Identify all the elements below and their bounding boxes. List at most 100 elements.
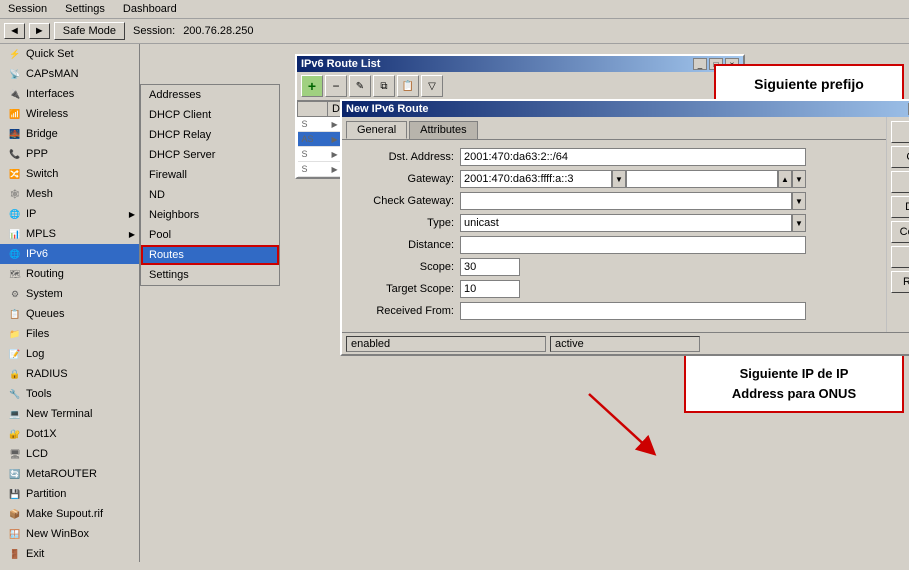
sidebar-item-switch[interactable]: 🔀 Switch	[0, 164, 139, 184]
submenu-settings[interactable]: Settings	[141, 265, 279, 285]
routing-icon: 🗺	[8, 267, 22, 281]
toolbar: ◄ ► Safe Mode Session: 200.76.28.250	[0, 19, 909, 44]
session-label: Session:	[133, 25, 175, 37]
remove-button[interactable]: Remove	[891, 271, 909, 293]
check-gateway-dropdown[interactable]: ▼	[792, 192, 806, 210]
sidebar-item-interfaces[interactable]: 🔌 Interfaces	[0, 84, 139, 104]
gateway-input[interactable]	[460, 170, 612, 188]
dialog-status-bar: enabled active	[342, 332, 909, 354]
tab-bar: General Attributes	[342, 117, 886, 139]
scope-input[interactable]	[460, 258, 520, 276]
minimize-button[interactable]: _	[693, 58, 707, 70]
type-input[interactable]	[460, 214, 792, 232]
sidebar-item-routing[interactable]: 🗺 Routing	[0, 264, 139, 284]
expand-icon: ▶	[332, 135, 338, 144]
sidebar-item-mpls[interactable]: 📊 MPLS ▶	[0, 224, 139, 244]
type-dropdown[interactable]: ▼	[792, 214, 806, 232]
gateway-secondary-input[interactable]	[626, 170, 778, 188]
sidebar-item-capsman[interactable]: 📡 CAPsMAN	[0, 64, 139, 84]
gateway-secondary-up[interactable]: ▲	[778, 170, 792, 188]
sidebar-item-new-winbox[interactable]: 🪟 New WinBox	[0, 524, 139, 544]
menu-session[interactable]: Session	[4, 2, 51, 16]
distance-input[interactable]	[460, 236, 806, 254]
session-value: 200.76.28.250	[183, 25, 253, 37]
tab-attributes[interactable]: Attributes	[409, 121, 477, 139]
distance-row: Distance:	[350, 236, 806, 254]
sidebar-item-make-supout[interactable]: 📦 Make Supout.rif	[0, 504, 139, 524]
gateway-dropdown[interactable]: ▼	[612, 170, 626, 188]
dialog-body: General Attributes Dst. Address: Gateway…	[342, 117, 909, 332]
comment-button[interactable]: Comment	[891, 221, 909, 243]
submenu-nd[interactable]: ND	[141, 185, 279, 205]
status-active: active	[550, 336, 700, 352]
route-toolbar: + − ✎ ⧉ 📋 ▽	[297, 72, 743, 101]
sidebar-item-log[interactable]: 📝 Log	[0, 344, 139, 364]
sidebar-item-radius[interactable]: 🔒 RADIUS	[0, 364, 139, 384]
check-gateway-group: ▼	[460, 192, 806, 210]
sidebar-item-partition[interactable]: 💾 Partition	[0, 484, 139, 504]
submenu-dhcp-relay[interactable]: DHCP Relay	[141, 125, 279, 145]
sidebar-item-dot1x[interactable]: 🔐 Dot1X	[0, 424, 139, 444]
check-gateway-input[interactable]	[460, 192, 792, 210]
ok-button[interactable]: OK	[891, 121, 909, 143]
gateway-secondary-down[interactable]: ▼	[792, 170, 806, 188]
sidebar-item-exit[interactable]: 🚪 Exit	[0, 544, 139, 562]
forward-button[interactable]: ►	[29, 23, 50, 39]
received-from-input[interactable]	[460, 302, 806, 320]
sidebar-item-ip[interactable]: 🌐 IP ▶	[0, 204, 139, 224]
edit-route-button[interactable]: ✎	[349, 75, 371, 97]
sidebar-item-system[interactable]: ⚙ System	[0, 284, 139, 304]
distance-label: Distance:	[350, 239, 460, 251]
sidebar-item-bridge[interactable]: 🌉 Bridge	[0, 124, 139, 144]
system-icon: ⚙	[8, 287, 22, 301]
sidebar-item-mesh[interactable]: 🕸 Mesh	[0, 184, 139, 204]
remove-route-button[interactable]: −	[325, 75, 347, 97]
sidebar-item-label: System	[26, 288, 63, 300]
apply-button[interactable]: Apply	[891, 171, 909, 193]
expand-icon: ▶	[332, 165, 338, 174]
sidebar-item-tools[interactable]: 🔧 Tools	[0, 384, 139, 404]
sidebar-item-label: Partition	[26, 488, 66, 500]
add-route-button[interactable]: +	[301, 75, 323, 97]
dst-address-label: Dst. Address:	[350, 151, 460, 163]
submenu-addresses[interactable]: Addresses	[141, 85, 279, 105]
sidebar-item-label: Dot1X	[26, 428, 57, 440]
ppp-icon: 📞	[8, 147, 22, 161]
paste-route-button[interactable]: 📋	[397, 75, 419, 97]
safe-mode-button[interactable]: Safe Mode	[54, 22, 125, 40]
submenu-dhcp-client[interactable]: DHCP Client	[141, 105, 279, 125]
menu-bar: Session Settings Dashboard	[0, 0, 909, 19]
disable-button[interactable]: Disable	[891, 196, 909, 218]
sidebar-item-queues[interactable]: 📋 Queues	[0, 304, 139, 324]
submenu-routes[interactable]: Routes	[141, 245, 279, 265]
back-button[interactable]: ◄	[4, 23, 25, 39]
submenu-dhcp-server[interactable]: DHCP Server	[141, 145, 279, 165]
dst-address-row: Dst. Address:	[350, 148, 806, 166]
scope-row: Scope:	[350, 258, 806, 276]
copy-button[interactable]: Copy	[891, 246, 909, 268]
capsman-icon: 📡	[8, 67, 22, 81]
target-scope-input[interactable]	[460, 280, 520, 298]
filter-button[interactable]: ▽	[421, 75, 443, 97]
sidebar-item-quick-set[interactable]: ⚡ Quick Set	[0, 44, 139, 64]
received-from-label: Received From:	[350, 305, 460, 317]
sidebar-item-wireless[interactable]: 📶 Wireless	[0, 104, 139, 124]
submenu-neighbors[interactable]: Neighbors	[141, 205, 279, 225]
cancel-button[interactable]: Cancel	[891, 146, 909, 168]
sidebar-item-ppp[interactable]: 📞 PPP	[0, 144, 139, 164]
sidebar-item-label: New WinBox	[26, 528, 89, 540]
sidebar-item-files[interactable]: 📁 Files	[0, 324, 139, 344]
sidebar-item-lcd[interactable]: 🖥 LCD	[0, 444, 139, 464]
copy-route-button[interactable]: ⧉	[373, 75, 395, 97]
submenu-firewall[interactable]: Firewall	[141, 165, 279, 185]
dst-address-input[interactable]	[460, 148, 806, 166]
submenu-pool[interactable]: Pool	[141, 225, 279, 245]
sidebar-item-ipv6[interactable]: 🌐 IPv6	[0, 244, 139, 264]
sidebar-item-new-terminal[interactable]: 💻 New Terminal	[0, 404, 139, 424]
menu-settings[interactable]: Settings	[61, 2, 109, 16]
menu-dashboard[interactable]: Dashboard	[119, 2, 181, 16]
col-flag[interactable]	[298, 102, 328, 117]
new-route-titlebar: New IPv6 Route _ □ ×	[342, 101, 909, 117]
tab-general[interactable]: General	[346, 121, 407, 139]
sidebar-item-metarouter[interactable]: 🔄 MetaROUTER	[0, 464, 139, 484]
